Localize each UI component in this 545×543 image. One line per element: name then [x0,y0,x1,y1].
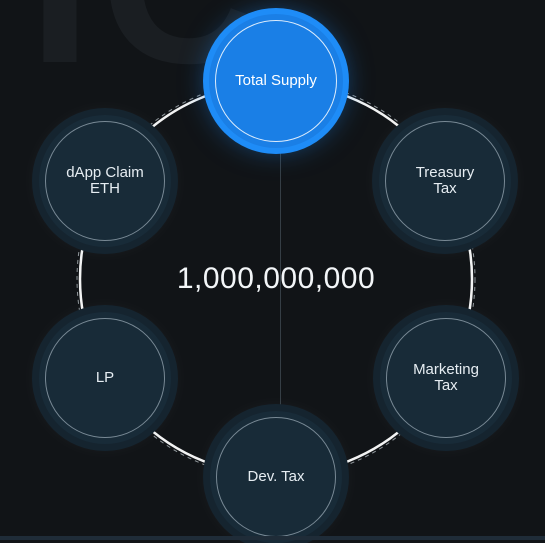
node-total-supply[interactable]: Total Supply [209,14,343,148]
node-marketing-tax[interactable]: Marketing Tax [380,312,512,444]
token-distribution-diagram: IC Total Supply Treasury Tax Marketing T… [0,0,545,543]
node-treasury-tax-label: Treasury Tax [415,164,475,197]
node-dev-tax-label: Dev. Tax [247,468,305,485]
node-dapp-claim-eth-label: dApp Claim ETH [66,164,144,197]
total-supply-value: 1,000,000,000 [176,262,376,295]
bottom-bar [0,536,545,540]
node-dev-tax[interactable]: Dev. Tax [210,411,342,543]
node-dapp-claim-eth[interactable]: dApp Claim ETH [39,115,171,247]
node-lp[interactable]: LP [39,312,171,444]
node-treasury-tax[interactable]: Treasury Tax [379,115,511,247]
node-lp-label: LP [95,369,115,386]
node-total-supply-label: Total Supply [235,72,317,89]
node-marketing-tax-label: Marketing Tax [413,361,479,394]
